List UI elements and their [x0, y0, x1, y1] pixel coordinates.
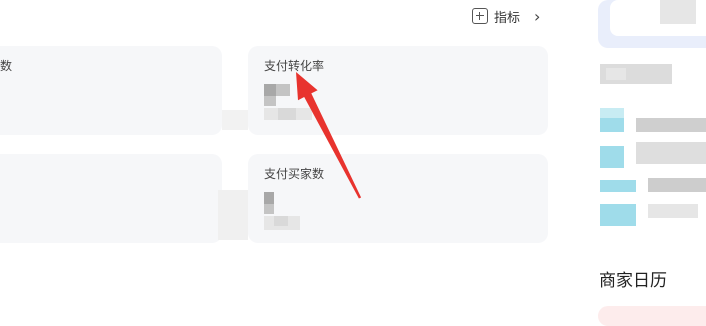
annotation-arrow-icon [296, 72, 362, 199]
